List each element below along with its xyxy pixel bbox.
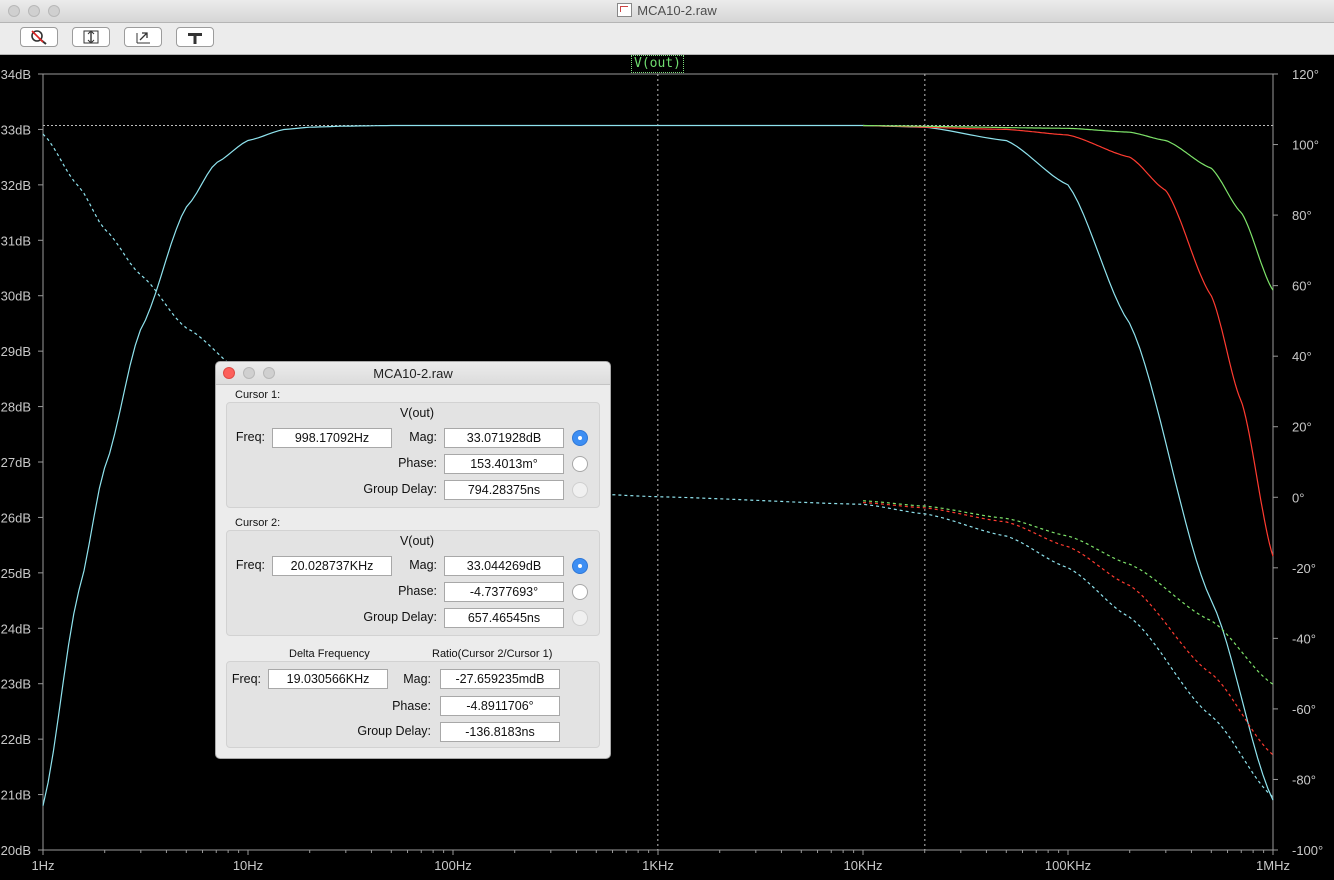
x-tick-label: 1Hz [31,858,54,873]
cursor2-group-delay-field[interactable] [444,608,564,628]
cursor1-group: V(out) Freq: Mag: Phase: Group Delay: [226,402,600,508]
y-right-tick-label: -20° [1292,561,1316,576]
cursor2-group: V(out) Freq: Mag: Phase: Group Delay: [226,530,600,636]
y-right-tick-label: 100° [1292,138,1319,153]
y-left-tick-label: 20dB [1,843,31,858]
cursor1-mag-field[interactable] [444,428,564,448]
ratio-phase-field[interactable] [440,696,560,716]
ratio-group-delay-field[interactable] [440,722,560,742]
y-left-tick-label: 33dB [1,122,31,137]
phase-trace-5 [862,500,1274,685]
cursor1-freq-field[interactable] [272,428,392,448]
y-right-tick-label: 60° [1292,279,1312,294]
cursor2-mag-radio[interactable] [572,558,588,574]
autorange-icon [83,30,99,44]
y-left-tick-label: 26dB [1,510,31,525]
cursor1-mag-radio[interactable] [572,430,588,446]
cursor2-freq-field[interactable] [272,556,392,576]
y-right-tick-label: -80° [1292,772,1316,787]
trace-label-vout[interactable]: V(out) [631,55,684,73]
ratio-phase-label: Phase: [392,699,431,713]
cursor-dialog: MCA10-2.raw Cursor 1: V(out) Freq: Mag: … [215,361,611,759]
cursor1-heading: Cursor 1: [235,389,281,401]
ratio-group-delay-label: Group Delay: [357,724,431,738]
cursor2-trace: V(out) [399,534,435,548]
zoom-back-button[interactable] [124,27,162,47]
cursor2-freq-label: Freq: [235,558,265,572]
x-axis-labels: 1Hz 10Hz 100Hz 1KHz 10KHz 100KHz 1MHz [31,858,1290,873]
y-left-tick-label: 24dB [1,621,31,636]
pan-button[interactable] [176,27,214,47]
cursor1-trace: V(out) [399,406,435,420]
y-left-tick-label: 25dB [1,566,31,581]
cursor1-freq-label: Freq: [235,430,265,444]
cursor2-phase-field[interactable] [444,582,564,602]
autorange-button[interactable] [72,27,110,47]
cursor2-phase-radio[interactable] [572,584,588,600]
y-right-tick-label: 80° [1292,208,1312,223]
zoom-cancel-icon [31,30,47,45]
waveform-plot[interactable]: 34dB 33dB 32dB 31dB 30dB 29dB 28dB 27dB 26dB 25dB… [0,55,1334,880]
cursor1-group-delay-label: Group Delay: [363,482,437,496]
y-left-tick-label: 30dB [1,289,31,304]
cursor2-heading: Cursor 2: [235,517,281,529]
y-right-tick-label: -100° [1292,843,1323,858]
delta-freq-field[interactable] [268,669,388,689]
y-right-tick-label: 20° [1292,420,1312,435]
cursor2-group-delay-label: Group Delay: [363,610,437,624]
cursor2-phase-label: Phase: [398,584,437,598]
x-tick-label: 1MHz [1256,858,1290,873]
y-left-tick-label: 22dB [1,732,31,747]
x-tick-label: 10Hz [233,858,263,873]
y-left-tick-label: 27dB [1,455,31,470]
y-left-tick-label: 34dB [1,67,31,82]
x-tick-label: 1KHz [642,858,674,873]
cursor2-mag-field[interactable] [444,556,564,576]
y-left-tick-label: 32dB [1,178,31,193]
toolbar [0,23,1334,55]
window-title: MCA10-2.raw [0,3,1334,18]
y-right-tick-label: 120° [1292,67,1319,82]
y-left-tick-label: 28dB [1,400,31,415]
y-left-tick-label: 23dB [1,677,31,692]
cursor2-mag-label: Mag: [409,558,437,572]
pan-hand-icon [188,33,202,44]
y-axis-right-labels: 120° 100° 80° 60° 40° 20° 0° -20° -40° -60° -80° -1… [1292,67,1323,858]
x-tick-label: 10KHz [843,858,882,873]
cursor1-mag-label: Mag: [409,430,437,444]
y-right-tick-label: 40° [1292,349,1312,364]
delta-group: Freq: Mag: Phase: Group Delay: [226,661,600,748]
ratio-mag-field[interactable] [440,669,560,689]
dialog-titlebar: MCA10-2.raw [216,362,610,385]
waveform-file-icon [617,3,633,17]
cursor2-group-delay-radio[interactable] [572,610,588,626]
zoom-cancel-button[interactable] [20,27,58,47]
window-titlebar: MCA10-2.raw [0,0,1334,23]
delta-frequency-heading: Delta Frequency [289,648,370,660]
zoom-back-icon [136,32,150,44]
y-right-tick-label: -60° [1292,702,1316,717]
x-tick-label: 100Hz [434,858,472,873]
window-title-text: MCA10-2.raw [637,3,717,18]
cursor1-group-delay-field[interactable] [444,480,564,500]
cursor1-group-delay-radio[interactable] [572,482,588,498]
cursor1-phase-field[interactable] [444,454,564,474]
y-axis-left-labels: 34dB 33dB 32dB 31dB 30dB 29dB 28dB 27dB 26dB 25dB… [1,67,31,858]
y-right-tick-label: -40° [1292,631,1316,646]
y-left-tick-label: 29dB [1,344,31,359]
ratio-mag-label: Mag: [403,672,431,686]
ratio-heading: Ratio(Cursor 2/Cursor 1) [432,648,553,660]
dialog-title: MCA10-2.raw [373,366,453,381]
x-tick-label: 100KHz [1045,858,1091,873]
y-right-tick-label: 0° [1292,490,1304,505]
delta-freq-label: Freq: [231,672,261,686]
cursor1-phase-label: Phase: [398,456,437,470]
cursor1-phase-radio[interactable] [572,456,588,472]
y-left-tick-label: 21dB [1,788,31,803]
y-left-tick-label: 31dB [1,233,31,248]
